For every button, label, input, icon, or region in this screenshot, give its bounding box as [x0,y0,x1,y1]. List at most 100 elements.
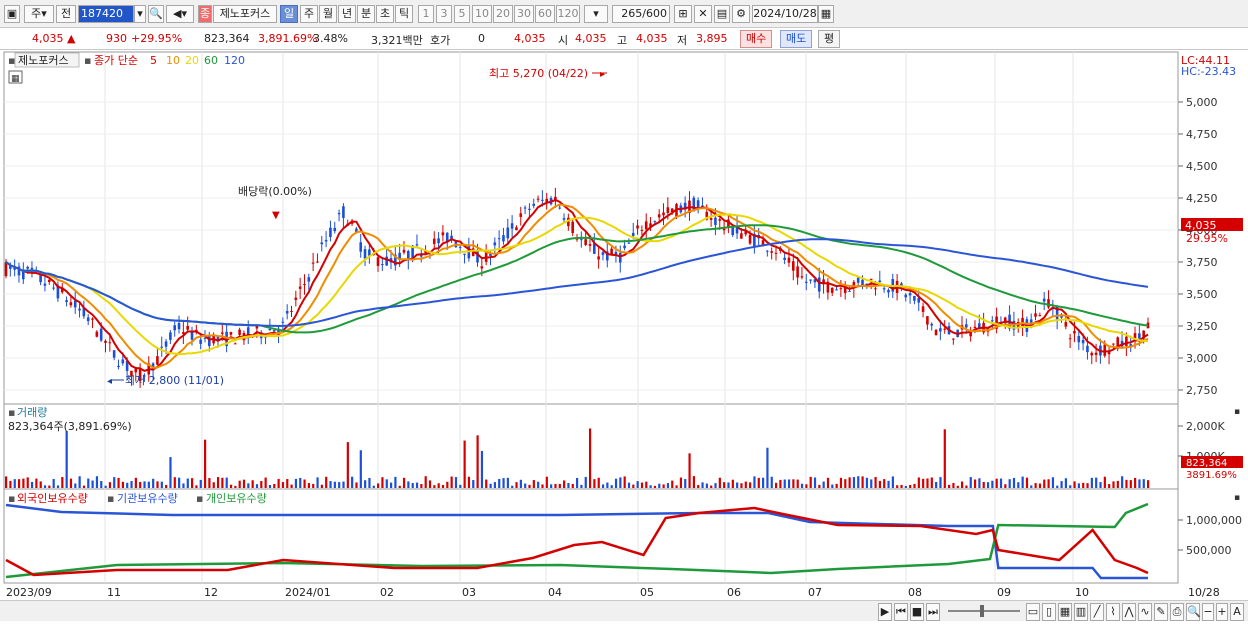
speaker-icon[interactable]: ◀▾ [166,5,194,23]
mult-120[interactable]: 120 [556,5,580,23]
period-week[interactable]: 주 [300,5,318,23]
candle-body [117,365,120,368]
volume-bar [1147,480,1150,488]
chart-area[interactable]: ▪ 제노포커스 ▪ 종가 단순 5 10 20 60 120 ▦ LC:44.1… [0,50,1248,621]
wave-icon[interactable]: ∿ [1138,603,1152,621]
volume-bar [956,485,959,488]
mult-3[interactable]: 3 [436,5,452,23]
zoom-in-icon[interactable]: + [1216,603,1228,621]
period-tick[interactable]: 틱 [395,5,413,23]
ma-legend-title: 종가 단순 [94,54,138,67]
candle-body [311,262,315,264]
sell-button[interactable]: 매도 [780,30,813,48]
mult-1[interactable]: 1 [418,5,434,23]
volume-bar [610,485,613,488]
volume-bar [1077,483,1080,488]
scroll-start-icon[interactable]: ⏮ [894,603,908,621]
prev-button[interactable]: 전 [56,5,76,23]
count-field[interactable]: 265/600 [612,5,670,23]
mult-20[interactable]: 20 [493,5,513,23]
date-field[interactable]: 2024/10/28 [752,5,818,23]
code-input[interactable]: 187420 [78,5,134,23]
zoom-out-icon[interactable]: − [1202,603,1214,621]
volume-bar [675,485,678,488]
volume-bar [982,481,985,488]
chart-svg[interactable]: ▪ 제노포커스 ▪ 종가 단순 5 10 20 60 120 ▦ LC:44.1… [0,50,1248,621]
stock-name: 제노포커스 [213,5,277,23]
font-size-icon[interactable]: A [1230,603,1244,621]
price-stock-label: 제노포커스 [18,54,69,67]
period-select[interactable]: 주▾ [24,5,54,23]
grid-icon[interactable]: ▦ [1058,603,1072,621]
stop-icon[interactable]: ■ [910,603,924,621]
candle-body [363,249,367,259]
volume-bar [1051,477,1055,488]
mult-60[interactable]: 60 [535,5,555,23]
save-icon[interactable]: ▤ [714,5,730,23]
zoom-slider-handle[interactable] [980,605,984,617]
candle-body [990,320,994,322]
calendar-icon[interactable]: ▦ [818,5,834,23]
mult-30[interactable]: 30 [514,5,534,23]
dividend-annotation: 배당락(0.00%) [238,185,312,198]
low-label: 저 [677,34,688,47]
candle-body [112,350,116,358]
candle-body [869,278,873,280]
fan-icon[interactable]: ⋀ [1122,603,1136,621]
period-second[interactable]: 초 [376,5,394,23]
volume-bar [472,480,475,488]
volume-bar [701,482,704,488]
volume-bar [727,482,730,488]
legend-marker-icon: ▪ [8,54,15,67]
volume-bar [178,477,181,488]
current-price-tag-text: 4,035 [1185,219,1217,232]
holding-panel-close-icon[interactable]: ▪ [1234,493,1240,503]
crosshair-icon[interactable]: ✕ [694,5,712,23]
candle-body [160,346,164,348]
volume-bar [203,439,207,488]
candle-body [1103,344,1107,356]
candle-body [740,233,743,239]
search-icon[interactable]: 🔍 [148,5,164,23]
volume-bar [1082,482,1085,488]
scroll-right-icon[interactable]: ▶ [878,603,892,621]
holding-y-tick-label: 1,000,000 [1186,514,1242,527]
volume-bar [736,482,739,488]
print-icon[interactable]: ⎙ [1170,603,1184,621]
eval-button[interactable]: 평 [818,30,841,48]
period-year[interactable]: 년 [338,5,356,23]
candle-icon[interactable]: ⊞ [674,5,692,23]
volume-panel-close-icon[interactable]: ▪ [1234,407,1240,417]
window-split-icon[interactable]: ▯ [1042,603,1056,621]
candle-body [415,244,419,246]
layout-icon[interactable]: ▭ [1026,603,1040,621]
code-dropdown-icon[interactable]: ▾ [134,5,146,23]
bid-price: 4,035 [514,32,546,45]
volume-bar [744,481,747,488]
zoom-icon[interactable]: 🔍 [1186,603,1201,621]
volume-bar [446,481,449,488]
scroll-end-icon[interactable]: ⏭ [926,603,940,621]
volume-bar [342,481,345,488]
period-day[interactable]: 일 [280,5,298,23]
tool-icon[interactable]: ✎ [1154,603,1168,621]
zoom-slider-track[interactable] [948,610,1020,612]
volume-bar [558,483,561,488]
volume-bar [268,484,272,488]
mult-10[interactable]: 10 [472,5,492,23]
volume-bar [541,484,544,488]
volume-bar [710,485,713,488]
window-icon[interactable]: ▣ [4,5,20,23]
volume-bar [1121,476,1124,488]
trend-icon[interactable]: ⌇ [1106,603,1120,621]
buy-button[interactable]: 매수 [740,30,773,48]
candle-body [817,277,821,292]
volume-bar [766,447,769,488]
draw-line-icon[interactable]: ╱ [1090,603,1104,621]
mult-5[interactable]: 5 [454,5,470,23]
gear-icon[interactable]: ⚙ [732,5,750,23]
bar-icon[interactable]: ▥ [1074,603,1088,621]
period-month[interactable]: 월 [319,5,337,23]
period-minute[interactable]: 분 [357,5,375,23]
mult-dropdown[interactable]: ▾ [584,5,608,23]
